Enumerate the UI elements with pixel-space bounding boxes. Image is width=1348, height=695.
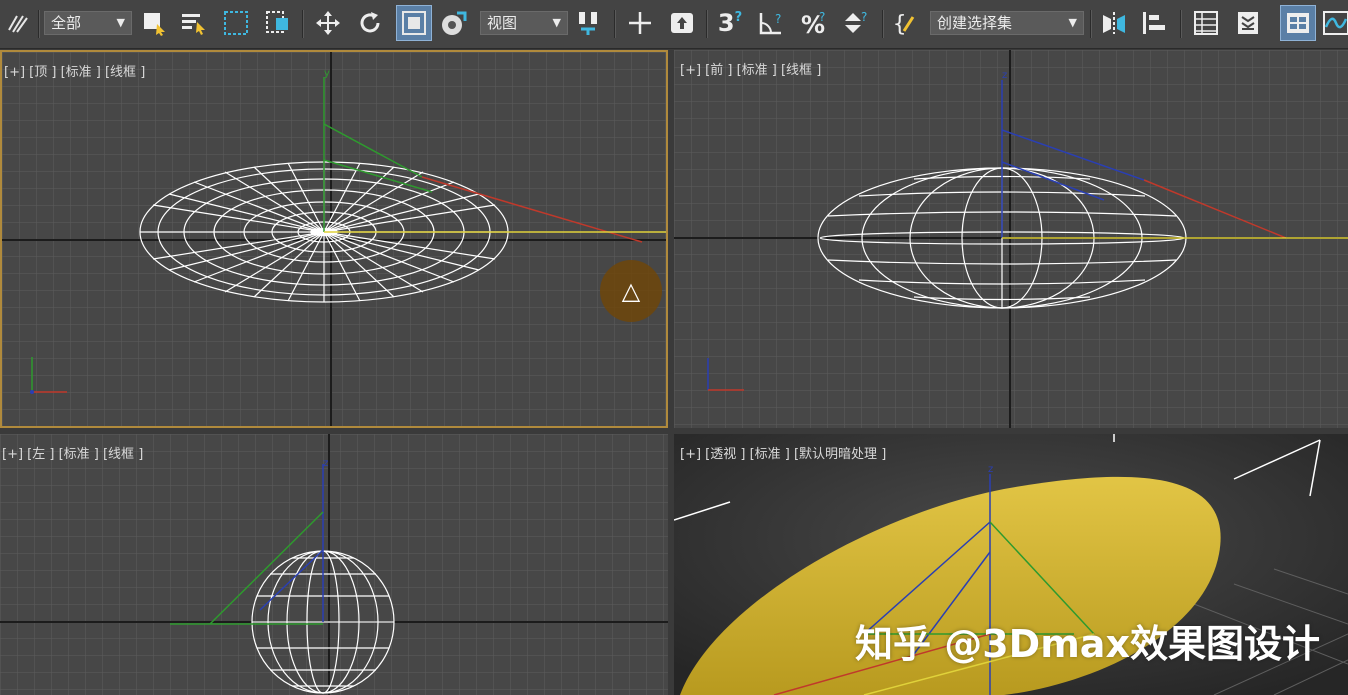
- keyboard-shortcut-icon[interactable]: [666, 7, 698, 39]
- svg-text:?: ?: [861, 10, 867, 24]
- viewport-label-perspective[interactable]: [+] [透视 ] [标准 ] [默认明暗处理 ]: [680, 443, 886, 462]
- angle-snap-icon[interactable]: ?: [756, 7, 788, 39]
- left-view-canvas: z: [0, 434, 668, 695]
- named-selection-value: 创建选择集: [937, 14, 1013, 32]
- region-select-icon[interactable]: [220, 7, 252, 39]
- viewport-label-left[interactable]: [+] [左 ] [标准 ] [线框 ]: [2, 443, 143, 462]
- toolbar-separator: [302, 10, 304, 38]
- front-view-canvas: z: [674, 50, 1348, 428]
- z-axis-glyph: z: [1002, 70, 1007, 81]
- z-axis-glyph: z: [988, 464, 993, 475]
- chevron-down-icon: ▼: [1068, 16, 1077, 29]
- select-by-name-icon[interactable]: [178, 7, 210, 39]
- curve-editor-icon[interactable]: [1320, 7, 1348, 39]
- svg-text:?: ?: [819, 10, 825, 24]
- watermark-text: 知乎 @3Dmax效果图设计: [855, 622, 1320, 666]
- pivot-center-icon[interactable]: [574, 7, 606, 39]
- viewport-label-front[interactable]: [+] [前 ] [标准 ] [线框 ]: [680, 59, 821, 78]
- question-mark-icon: ?: [734, 9, 743, 25]
- selection-filter-dropdown[interactable]: 全部 ▼: [44, 11, 132, 35]
- scene-explorer-icon[interactable]: [1280, 5, 1316, 41]
- viewport-label-top[interactable]: [+] [顶 ] [标准 ] [线框 ]: [4, 61, 145, 80]
- viewport-left[interactable]: z [+] [左 ] [标准 ] [线框 ]: [0, 434, 668, 695]
- svg-text:{: {: [893, 12, 906, 37]
- main-toolbar: 全部 ▼ 视图 ▼ 3? ? %? ? {创建选择集 ▼: [0, 0, 1348, 49]
- spinner-snap-icon[interactable]: ?: [840, 7, 872, 39]
- window-crossing-icon[interactable]: [262, 7, 294, 39]
- toolbar-separator: [38, 10, 40, 38]
- move-icon[interactable]: [312, 7, 344, 39]
- toolbar-separator: [614, 10, 616, 38]
- placement-icon[interactable]: [438, 7, 470, 39]
- cursor-icon: △: [600, 260, 662, 322]
- reference-coord-dropdown[interactable]: 视图 ▼: [480, 11, 568, 35]
- toolbar-separator: [1180, 10, 1182, 38]
- rotate-icon[interactable]: [354, 7, 386, 39]
- scale-icon[interactable]: [396, 5, 432, 41]
- layer-explorer-icon[interactable]: [1190, 7, 1222, 39]
- snap-toggle-icon[interactable]: 3?: [714, 7, 746, 39]
- toolbar-separator: [1090, 10, 1092, 38]
- select-manipulate-icon[interactable]: [624, 7, 656, 39]
- top-view-canvas: y: [2, 52, 666, 426]
- percent-snap-icon[interactable]: %?: [798, 7, 830, 39]
- viewport-top[interactable]: y [+] [顶 ] [标准 ] [线框 ] △: [0, 50, 668, 428]
- snap-dimension-label: 3: [717, 9, 735, 37]
- chevron-down-icon: ▼: [552, 16, 561, 29]
- named-selection-dropdown[interactable]: 创建选择集 ▼: [930, 11, 1084, 35]
- svg-text:?: ?: [775, 12, 781, 26]
- y-axis-glyph: y: [324, 68, 330, 79]
- z-axis-glyph: z: [323, 458, 328, 469]
- toggle-ribbon-icon[interactable]: [1232, 7, 1264, 39]
- toolbar-separator: [706, 10, 708, 38]
- edit-named-selection-icon[interactable]: {: [890, 7, 922, 39]
- toolbar-separator: [882, 10, 884, 38]
- mirror-icon[interactable]: [1098, 7, 1130, 39]
- viewport-front[interactable]: z [+] [前 ] [标准 ] [线框 ]: [674, 50, 1348, 428]
- chevron-down-icon: ▼: [116, 16, 125, 29]
- select-object-icon[interactable]: [138, 7, 170, 39]
- align-icon[interactable]: [1138, 7, 1170, 39]
- link-icon[interactable]: [2, 7, 34, 39]
- reference-coord-value: 视图: [487, 14, 518, 32]
- selection-filter-value: 全部: [51, 14, 82, 32]
